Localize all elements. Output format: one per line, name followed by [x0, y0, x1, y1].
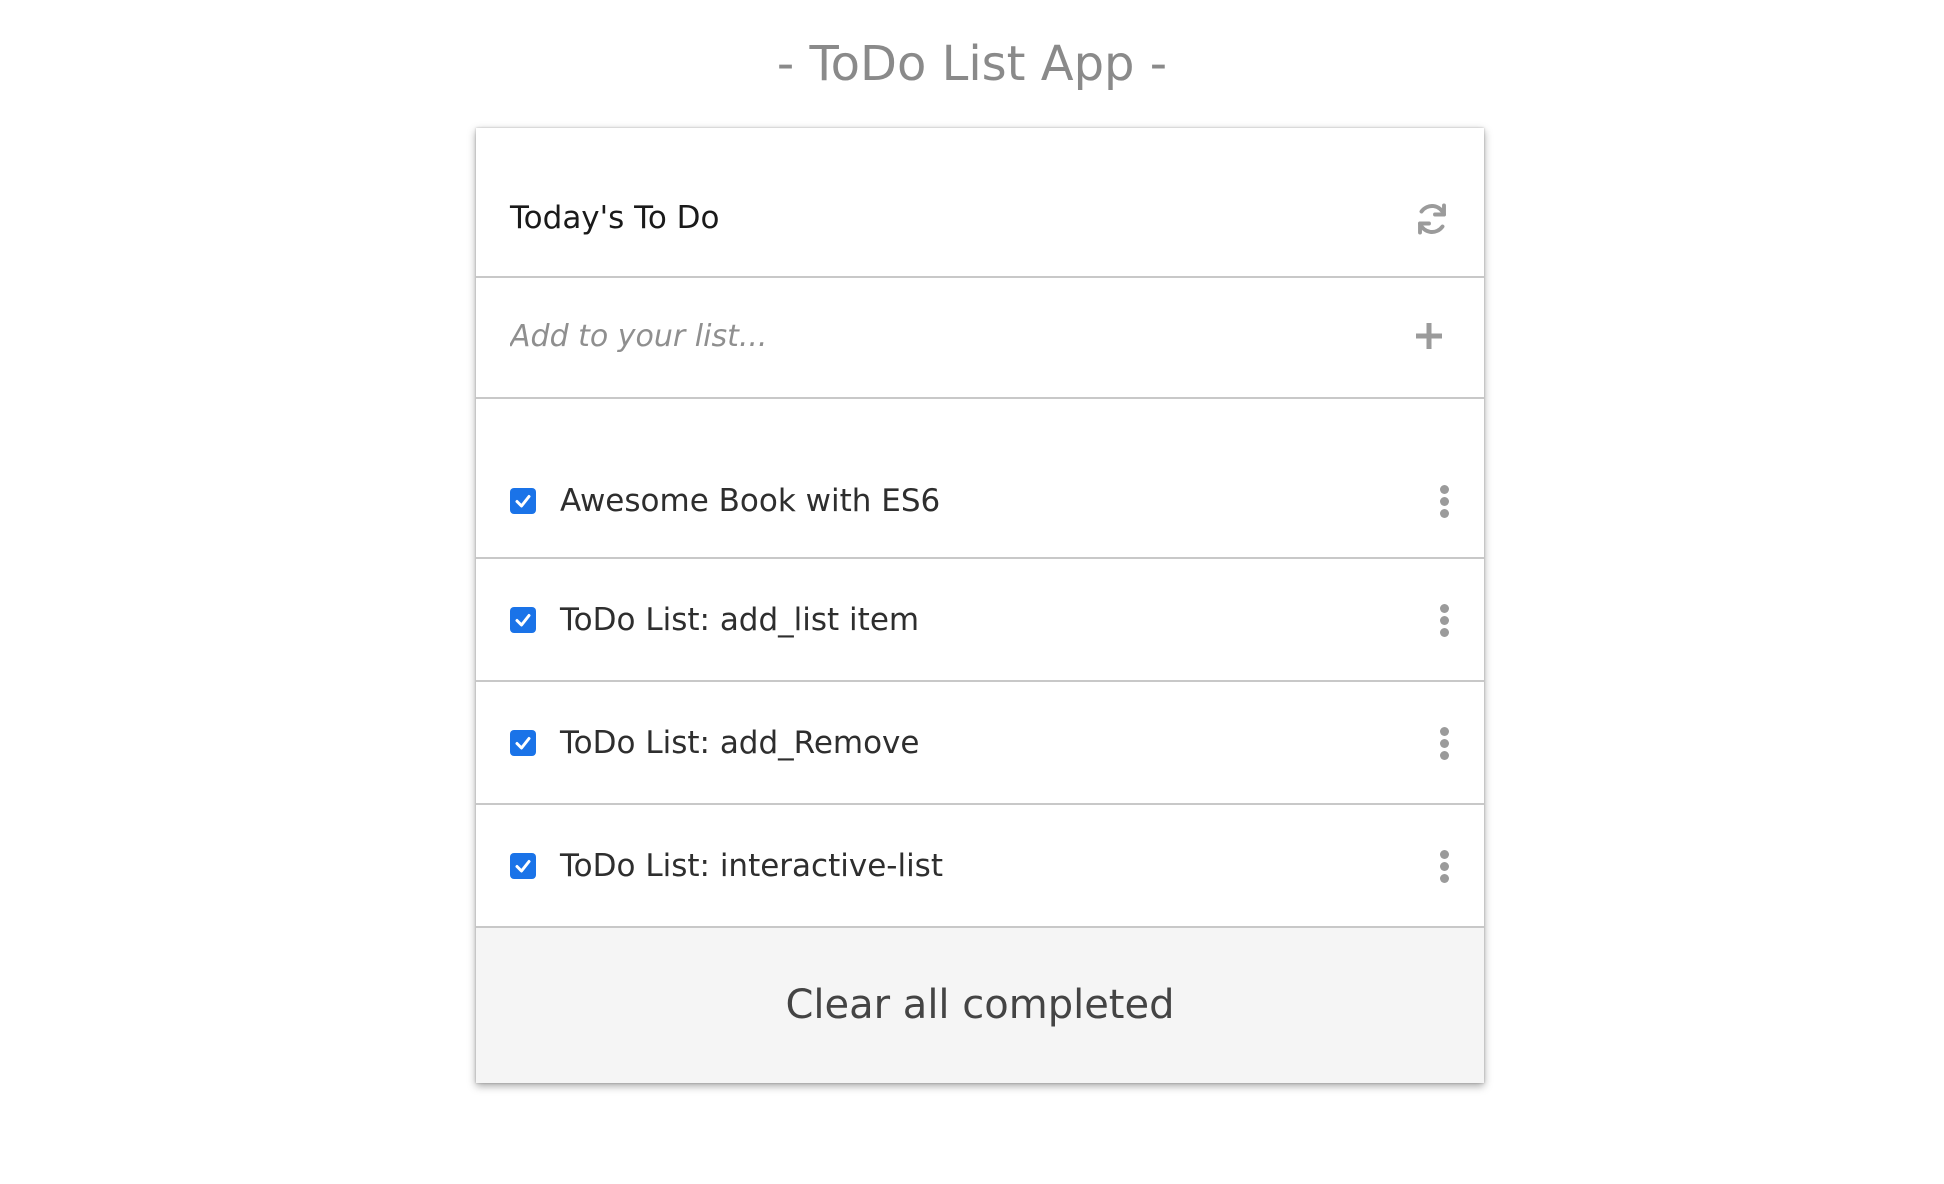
- todo-checkbox[interactable]: [510, 606, 536, 633]
- checkmark-icon: [515, 736, 531, 749]
- todo-label[interactable]: ToDo List: interactive-list: [560, 845, 943, 887]
- page: - ToDo List App - Today's To Do Add to y…: [0, 0, 1944, 1184]
- refresh-icon[interactable]: [1414, 201, 1450, 237]
- checkmark-icon: [515, 494, 531, 507]
- more-options-icon[interactable]: [1438, 849, 1450, 883]
- todo-item: ToDo List: interactive-list: [476, 805, 1484, 928]
- todo-list: Awesome Book with ES6 ToDo List: add_lis…: [476, 444, 1484, 928]
- list-title: Today's To Do: [510, 200, 720, 236]
- checkmark-icon: [515, 859, 531, 872]
- todo-item: ToDo List: add_list item: [476, 559, 1484, 682]
- more-options-icon[interactable]: [1438, 726, 1450, 760]
- app-title: - ToDo List App -: [776, 36, 1168, 92]
- plus-icon[interactable]: [1414, 321, 1444, 351]
- more-options-icon[interactable]: [1438, 603, 1450, 637]
- todo-checkbox[interactable]: [510, 729, 536, 756]
- more-options-icon[interactable]: [1438, 484, 1450, 518]
- card-header: Today's To Do: [476, 128, 1484, 278]
- add-item-input[interactable]: [510, 308, 1370, 364]
- checkmark-icon: [515, 613, 531, 626]
- todo-label[interactable]: Awesome Book with ES6: [560, 480, 940, 522]
- add-item-row: [476, 278, 1484, 399]
- todo-item: Awesome Book with ES6: [476, 444, 1484, 559]
- todo-label[interactable]: ToDo List: add_list item: [560, 599, 919, 641]
- todo-checkbox[interactable]: [510, 852, 536, 879]
- todo-item: ToDo List: add_Remove: [476, 682, 1484, 805]
- todo-label[interactable]: ToDo List: add_Remove: [560, 722, 919, 764]
- todo-card: Today's To Do Add to your list... Awesom…: [476, 128, 1484, 1083]
- todo-checkbox[interactable]: [510, 487, 536, 514]
- clear-completed-button[interactable]: Clear all completed: [476, 928, 1484, 1083]
